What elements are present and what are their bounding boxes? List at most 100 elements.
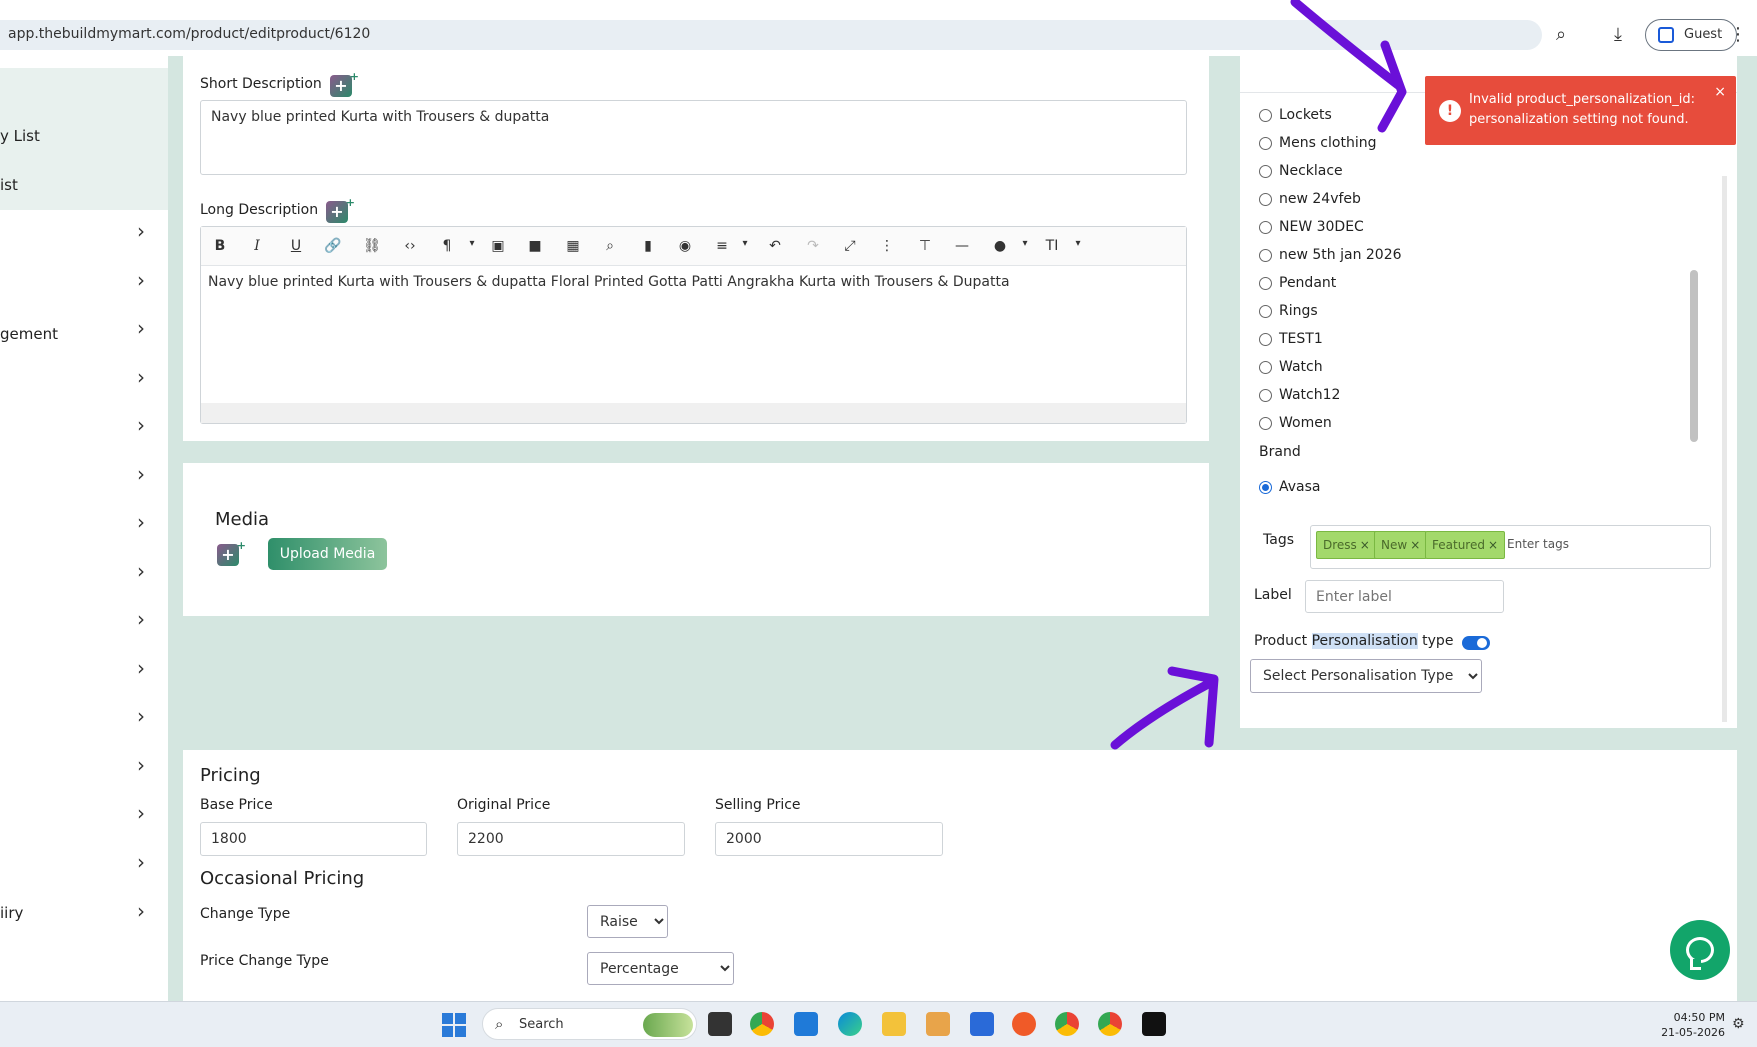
long-description-content[interactable]: Navy blue printed Kurta with Trousers & …	[208, 274, 1178, 290]
undo-icon[interactable]: ↶	[765, 238, 785, 254]
system-clock[interactable]: 04:50 PM 21-05-2026	[1655, 1010, 1725, 1040]
category-scrollbar-thumb[interactable]	[1690, 270, 1698, 442]
category-label: TEST1	[1279, 331, 1323, 347]
format-painter-icon[interactable]: ⊤	[915, 238, 935, 254]
image-icon[interactable]: ▣	[488, 238, 508, 254]
underline-icon[interactable]: U	[286, 238, 306, 254]
video-icon[interactable]: ■	[525, 238, 545, 254]
label-field-label: Label	[1254, 587, 1292, 603]
vscode-icon[interactable]	[794, 1012, 818, 1036]
selling-price-label: Selling Price	[715, 797, 801, 813]
sidebar-item-label[interactable]: y List	[0, 127, 40, 145]
text-size-icon[interactable]: TI	[1042, 238, 1062, 254]
chevron-right-icon[interactable]: ›	[137, 704, 145, 728]
tag-remove-icon[interactable]: ×	[1360, 538, 1370, 552]
chevron-right-icon[interactable]: ›	[137, 316, 145, 340]
edge-icon[interactable]	[838, 1012, 862, 1036]
price-change-type-label: Price Change Type	[200, 953, 329, 969]
label-input[interactable]	[1305, 580, 1504, 613]
ai-sparkle-icon[interactable]: +	[330, 66, 359, 97]
notification-icon[interactable]: ⚙	[1732, 1016, 1745, 1032]
link-icon[interactable]: 🔗	[323, 238, 343, 254]
align-icon[interactable]: ≡	[712, 238, 732, 254]
terminal-app-icon[interactable]	[1142, 1012, 1166, 1036]
more-icon[interactable]: ⋮	[877, 238, 897, 254]
file-icon[interactable]: ▮	[638, 238, 658, 254]
chrome-icon[interactable]	[750, 1012, 774, 1036]
category-label: Necklace	[1279, 163, 1343, 179]
taskbar-search[interactable]: ⌕ Search	[482, 1008, 697, 1040]
chevron-right-icon[interactable]: ›	[137, 413, 145, 437]
redo-icon[interactable]: ↷	[803, 238, 823, 254]
chevron-right-icon[interactable]: ›	[137, 753, 145, 777]
price-change-type-select[interactable]: Percentage	[587, 952, 734, 985]
sidebar-item-label[interactable]: gement	[0, 325, 58, 343]
chevron-right-icon[interactable]: ›	[137, 219, 145, 243]
selling-price-input[interactable]	[715, 822, 943, 856]
toggle-knob	[1477, 638, 1487, 648]
unlink-icon[interactable]: ⛓	[362, 238, 382, 254]
ai-sparkle-icon[interactable]: +	[217, 535, 246, 566]
upload-media-button[interactable]: Upload Media	[268, 538, 387, 570]
chevron-right-icon[interactable]: ›	[137, 850, 145, 874]
ai-sparkle-icon[interactable]: +	[326, 192, 355, 223]
category-label: Watch12	[1279, 387, 1341, 403]
chevron-right-icon[interactable]: ›	[137, 559, 145, 583]
toast-message-line: Invalid product_personalization_id:	[1469, 92, 1696, 107]
horizontal-rule-icon[interactable]: —	[952, 238, 972, 254]
chevron-right-icon[interactable]: ›	[137, 801, 145, 825]
tag-chip: New ×	[1374, 531, 1428, 559]
tags-placeholder[interactable]: Enter tags	[1507, 537, 1569, 551]
windows-start-icon[interactable]	[442, 1013, 466, 1037]
file-explorer-icon[interactable]	[882, 1012, 906, 1036]
code-icon[interactable]: ‹›	[400, 238, 420, 254]
change-type-select[interactable]: Raise	[587, 905, 668, 938]
chevron-down-icon[interactable]: ▾	[735, 238, 755, 249]
italic-icon[interactable]: I	[247, 238, 267, 254]
tag-remove-icon[interactable]: ×	[1488, 538, 1498, 552]
preview-icon[interactable]: ◉	[675, 238, 695, 254]
chrome-icon[interactable]	[1055, 1012, 1079, 1036]
pricing-title: Pricing	[200, 765, 261, 786]
find-icon[interactable]: ⌕	[600, 238, 620, 254]
long-description-label: Long Description	[200, 202, 319, 218]
page-search-icon[interactable]: ⌕	[1548, 22, 1574, 48]
personalisation-type-select[interactable]: Select Personalisation Type	[1250, 659, 1482, 693]
notepad-icon[interactable]	[970, 1012, 994, 1036]
snipping-tool-icon[interactable]	[926, 1012, 950, 1036]
bold-icon[interactable]: B	[210, 238, 230, 254]
chevron-right-icon[interactable]: ›	[137, 510, 145, 534]
chevron-right-icon[interactable]: ›	[137, 462, 145, 486]
tag-remove-icon[interactable]: ×	[1410, 538, 1420, 552]
color-drop-icon[interactable]: ●	[990, 238, 1010, 254]
taskbar-search-label: Search	[519, 1017, 564, 1032]
original-price-input[interactable]	[457, 822, 685, 856]
sidebar-item-label[interactable]: ist	[0, 176, 18, 194]
base-price-input[interactable]	[200, 822, 427, 856]
chrome-active-icon[interactable]	[1098, 1012, 1122, 1036]
guest-profile-button[interactable]: Guest	[1645, 19, 1737, 51]
postman-icon[interactable]	[1012, 1012, 1036, 1036]
sidebar-item-label[interactable]: iiry	[0, 904, 23, 922]
panel-scrollbar-track[interactable]	[1722, 176, 1727, 722]
chat-widget-button[interactable]	[1670, 920, 1730, 980]
browser-menu-icon[interactable]: ⋮	[1725, 22, 1751, 48]
task-view-icon[interactable]	[708, 1012, 732, 1036]
chevron-right-icon[interactable]: ›	[137, 268, 145, 292]
short-description-field[interactable]: Navy blue printed Kurta with Trousers & …	[200, 100, 1187, 175]
chevron-right-icon[interactable]: ›	[137, 607, 145, 631]
download-icon[interactable]: ⤓	[1605, 22, 1631, 48]
paragraph-icon[interactable]: ¶	[437, 238, 457, 254]
table-icon[interactable]: ▦	[563, 238, 583, 254]
chevron-down-icon[interactable]: ▾	[1068, 238, 1088, 249]
chevron-down-icon[interactable]: ▾	[462, 238, 482, 249]
browser-topbar: app.thebuildmymart.com/product/editprodu…	[0, 0, 1757, 56]
chevron-right-icon[interactable]: ›	[137, 899, 145, 923]
chevron-right-icon[interactable]: ›	[137, 365, 145, 389]
chevron-down-icon[interactable]: ▾	[1015, 238, 1035, 249]
fullscreen-icon[interactable]: ⤢	[840, 238, 860, 254]
close-icon[interactable]: ×	[1714, 84, 1726, 100]
chevron-right-icon[interactable]: ›	[137, 656, 145, 680]
personalisation-label-highlight: Personalisation	[1311, 633, 1418, 649]
personalisation-toggle[interactable]	[1462, 636, 1490, 650]
